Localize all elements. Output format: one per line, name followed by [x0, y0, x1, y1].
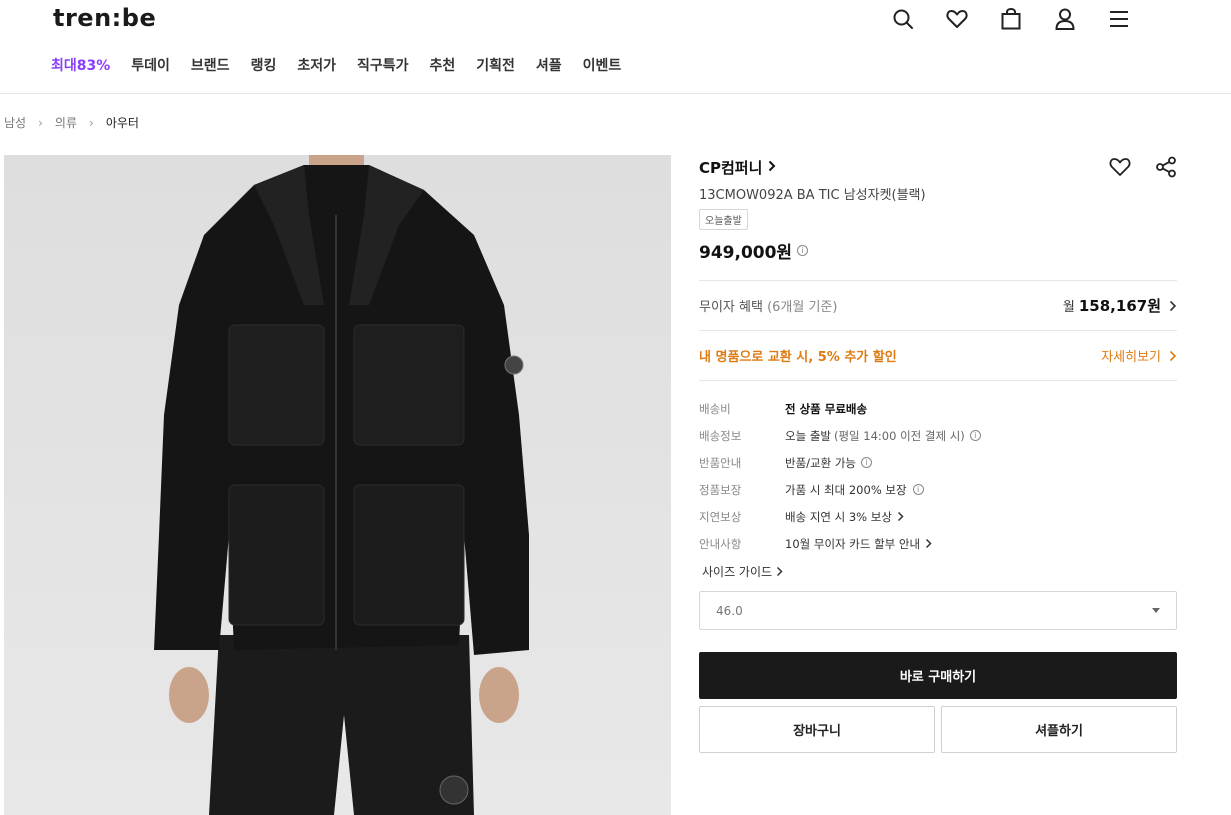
- detail-key: 배송비: [699, 401, 731, 416]
- product-name: 13CMOW092A BA TIC 남성자켓(블랙): [699, 188, 926, 203]
- site-header: tren:be 최대83% 투데이 브랜드 랭킹 초저가 직구특가 추천 기획전…: [0, 0, 1231, 94]
- exchange-detail-link[interactable]: 자세히보기: [1101, 346, 1161, 365]
- shopping-bag-icon[interactable]: [996, 6, 1026, 32]
- detail-key: 반품안내: [699, 455, 742, 470]
- main-nav: 최대83% 투데이 브랜드 랭킹 초저가 직구특가 추천 기획전 셔플 이벤트: [51, 55, 642, 75]
- detail-key: 배송정보: [699, 428, 742, 443]
- caret-down-icon: [1152, 608, 1160, 613]
- brand-link[interactable]: CP컴퍼니: [699, 157, 776, 178]
- info-icon[interactable]: i: [912, 484, 924, 495]
- jacket-photo: [154, 155, 529, 815]
- detail-value: 반품/교환 가능: [785, 455, 857, 470]
- detail-value-group: 가품 시 최대 200% 보장 i: [785, 482, 924, 498]
- chevron-right-icon: [1169, 350, 1177, 362]
- installment-row[interactable]: 무이자 혜택 (6개월 기준) 월 158,167원: [699, 281, 1177, 330]
- size-guide-link[interactable]: 사이즈 가이드: [699, 563, 1177, 580]
- detail-value-group: 배송 지연 시 3% 보상: [785, 509, 904, 525]
- breadcrumb-item-men[interactable]: 남성: [4, 114, 26, 131]
- detail-value-group: 반품/교환 가능 i: [785, 455, 873, 471]
- exchange-label: 내 명품으로 교환 시, 5% 추가 할인: [699, 350, 897, 365]
- product-actions: [1085, 156, 1177, 178]
- chevron-right-icon: ›: [38, 115, 43, 130]
- info-icon[interactable]: i: [861, 457, 873, 468]
- nav-item-direct-deal[interactable]: 직구특가: [357, 55, 409, 75]
- breadcrumb-item-outer[interactable]: 아우터: [106, 114, 139, 131]
- detail-value: 배송 지연 시 3% 보상: [785, 509, 892, 524]
- nav-item-event[interactable]: 이벤트: [583, 55, 622, 75]
- nav-item-max-discount[interactable]: 최대83%: [51, 55, 110, 75]
- product-price: 949,000원: [699, 243, 793, 263]
- brand-name: CP컴퍼니: [699, 158, 763, 177]
- shipping-details: 배송비 전 상품 무료배송 배송정보 오늘 출발 (평일 14:00 이전 결제…: [699, 395, 1177, 557]
- info-icon[interactable]: i: [797, 245, 809, 256]
- detail-key: 정품보장: [699, 482, 742, 497]
- monthly-prefix: 월: [1062, 300, 1075, 315]
- detail-extra: (평일 14:00 이전 결제 시): [833, 428, 965, 443]
- chevron-right-icon: [897, 511, 904, 522]
- share-icon[interactable]: [1155, 156, 1177, 178]
- chevron-right-icon: [1169, 300, 1177, 312]
- detail-row-authenticity: 정품보장 가품 시 최대 200% 보장 i: [699, 476, 1177, 503]
- nav-item-brand[interactable]: 브랜드: [191, 55, 230, 75]
- add-to-cart-button[interactable]: 장바구니: [699, 706, 935, 753]
- installment-sub: (6개월 기준): [767, 300, 838, 315]
- exchange-row[interactable]: 내 명품으로 교환 시, 5% 추가 할인 자세히보기: [699, 331, 1177, 380]
- buy-now-button[interactable]: 바로 구매하기: [699, 652, 1177, 699]
- chevron-right-icon: [768, 158, 776, 176]
- nav-item-shuffle[interactable]: 셔플: [536, 55, 562, 75]
- divider: [699, 380, 1177, 381]
- brand-row: CP컴퍼니: [699, 155, 1177, 179]
- price-row: 949,000원 i: [699, 238, 1177, 263]
- installment-label-group: 무이자 혜택 (6개월 기준): [699, 296, 837, 315]
- shuffle-button[interactable]: 셔플하기: [941, 706, 1177, 753]
- size-select-value: 46.0: [716, 603, 743, 618]
- secondary-actions: 장바구니 셔플하기: [699, 706, 1177, 753]
- user-icon[interactable]: [1050, 6, 1080, 32]
- installment-value-group: 월 158,167원: [1063, 295, 1177, 316]
- wishlist-heart-icon[interactable]: [1109, 157, 1131, 177]
- breadcrumb-item-clothing[interactable]: 의류: [55, 114, 77, 131]
- size-select[interactable]: 46.0: [699, 591, 1177, 630]
- chevron-right-icon: [776, 566, 783, 577]
- status-badge: 오늘출발: [699, 209, 748, 230]
- nav-item-recommend[interactable]: 추천: [430, 55, 456, 75]
- menu-icon[interactable]: [1104, 6, 1134, 32]
- chevron-right-icon: [925, 538, 932, 549]
- search-icon[interactable]: [888, 6, 918, 32]
- detail-value-group: 10월 무이자 카드 할부 안내: [785, 536, 932, 552]
- chevron-right-icon: ›: [89, 115, 94, 130]
- detail-value: 10월 무이자 카드 할부 안내: [785, 536, 921, 551]
- detail-value: 전 상품 무료배송: [785, 401, 868, 416]
- heart-icon[interactable]: [942, 6, 972, 32]
- detail-row-notice[interactable]: 안내사항 10월 무이자 카드 할부 안내: [699, 530, 1177, 557]
- detail-row-delay-compensation[interactable]: 지연보상 배송 지연 시 3% 보상: [699, 503, 1177, 530]
- nav-item-ranking[interactable]: 랭킹: [251, 55, 277, 75]
- breadcrumb: 남성 › 의류 › 아우터: [4, 114, 139, 131]
- nav-item-lowest-price[interactable]: 초저가: [297, 55, 336, 75]
- exchange-link-group: 자세히보기: [1101, 346, 1177, 365]
- detail-key: 지연보상: [699, 509, 742, 524]
- detail-row-return: 반품안내 반품/교환 가능 i: [699, 449, 1177, 476]
- detail-value-group: 오늘 출발 (평일 14:00 이전 결제 시) i: [785, 428, 981, 444]
- detail-row-shipping-fee: 배송비 전 상품 무료배송: [699, 395, 1177, 422]
- logo[interactable]: tren:be: [53, 4, 156, 32]
- detail-row-shipping-info: 배송정보 오늘 출발 (평일 14:00 이전 결제 시) i: [699, 422, 1177, 449]
- info-icon[interactable]: i: [969, 430, 981, 441]
- nav-item-today[interactable]: 투데이: [131, 55, 170, 75]
- detail-value: 오늘 출발: [785, 428, 831, 443]
- size-guide-label: 사이즈 가이드: [702, 565, 773, 579]
- nav-item-exhibition[interactable]: 기획전: [476, 55, 515, 75]
- detail-value: 가품 시 최대 200% 보장: [785, 482, 907, 497]
- product-image[interactable]: [4, 155, 671, 815]
- header-icons: [888, 6, 1158, 32]
- monthly-value: 158,167원: [1078, 297, 1161, 315]
- installment-label: 무이자 혜택: [699, 300, 763, 315]
- detail-key: 안내사항: [699, 536, 742, 551]
- product-info-panel: CP컴퍼니 13CMOW092A BA TIC 남성자켓(블랙) 오늘출발 94…: [699, 155, 1177, 753]
